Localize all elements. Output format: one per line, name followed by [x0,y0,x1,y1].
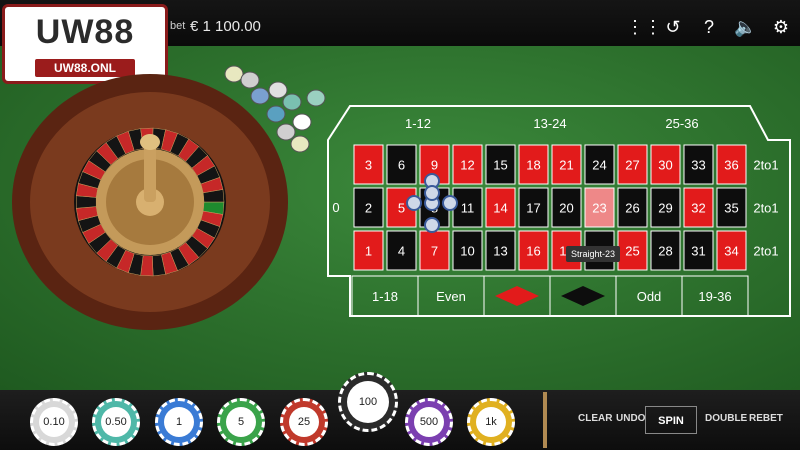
black-diamond[interactable] [561,286,605,306]
number-label-30: 30 [658,158,672,173]
number-label-28: 28 [658,244,672,259]
number-label-25: 25 [625,244,639,259]
number-label-31: 31 [691,244,705,259]
number-label-26: 26 [625,201,639,216]
chip-label: 1 [164,407,194,437]
column-bet-2[interactable]: 2to1 [753,201,778,216]
number-label-15: 15 [493,158,507,173]
number-label-18: 18 [526,158,540,173]
number-label-29: 29 [658,201,672,216]
number-label-16: 16 [526,244,540,259]
number-label-10: 10 [460,244,474,259]
chip-1[interactable]: 1 [155,398,203,446]
number-label-4: 4 [398,244,405,259]
number-label-1: 1 [365,244,372,259]
number-label-36: 36 [724,158,738,173]
undo-button[interactable]: UNDO [616,413,645,424]
column-bet-3[interactable]: 2to1 [753,244,778,259]
number-label-32: 32 [691,201,705,216]
chip-label: 25 [289,407,319,437]
placed-chip[interactable] [424,217,440,233]
number-label-13: 13 [493,244,507,259]
number-label-34: 34 [724,244,738,259]
number-label-12: 12 [460,158,474,173]
dozen-bet-1[interactable]: 1-12 [405,116,431,131]
chip-label: 0.50 [101,407,131,437]
chip-0.10[interactable]: 0.10 [30,398,78,446]
number-label-27: 27 [625,158,639,173]
number-label-14: 14 [493,201,507,216]
double-button[interactable]: DOUBLE [705,413,747,424]
chip-25[interactable]: 25 [280,398,328,446]
number-label-9: 9 [431,158,438,173]
number-label-20: 20 [559,201,573,216]
number-label-17: 17 [526,201,540,216]
number-label-33: 33 [691,158,705,173]
red-diamond[interactable] [495,286,539,306]
chip-0.50[interactable]: 0.50 [92,398,140,446]
number-label-11: 11 [461,201,475,216]
dozen-bet-3[interactable]: 25-36 [665,116,698,131]
number-label-21: 21 [559,158,573,173]
placed-chip[interactable] [442,195,458,211]
chip-500[interactable]: 500 [405,398,453,446]
rebet-button[interactable]: REBET [749,413,783,424]
outside-bet-label: Odd [637,289,662,304]
outside-bet-label: Even [436,289,466,304]
number-label-5: 5 [398,201,405,216]
chip-1k[interactable]: 1k [467,398,515,446]
number-label-35: 35 [724,201,738,216]
chip-label: 1k [476,407,506,437]
placed-chip[interactable] [424,185,440,201]
number-label-2: 2 [365,201,372,216]
spin-button[interactable]: SPIN [645,406,697,434]
chip-label: 100 [347,381,389,423]
bar-divider [543,392,547,448]
chip-label: 5 [226,407,256,437]
chip-label: 0.10 [39,407,69,437]
outside-bet-label: 1-18 [372,289,398,304]
number-label-6: 6 [398,158,405,173]
chip-100[interactable]: 100 [338,372,398,432]
number-label-3: 3 [365,158,372,173]
number-label-23: 23 [592,201,606,216]
chip-5[interactable]: 5 [217,398,265,446]
betting-board[interactable]: 03691215182124273033362to125811141720232… [0,0,800,450]
board-zero[interactable]: 0 [332,200,339,215]
placed-chip[interactable] [406,195,422,211]
chip-label: 500 [414,407,444,437]
outside-bet-label: 19-36 [698,289,731,304]
number-label-24: 24 [592,158,606,173]
bet-tooltip: Straight-23 [566,246,621,262]
clear-button[interactable]: CLEAR [578,413,612,424]
column-bet-1[interactable]: 2to1 [753,158,778,173]
dozen-bet-2[interactable]: 13-24 [533,116,566,131]
number-label-7: 7 [431,244,438,259]
